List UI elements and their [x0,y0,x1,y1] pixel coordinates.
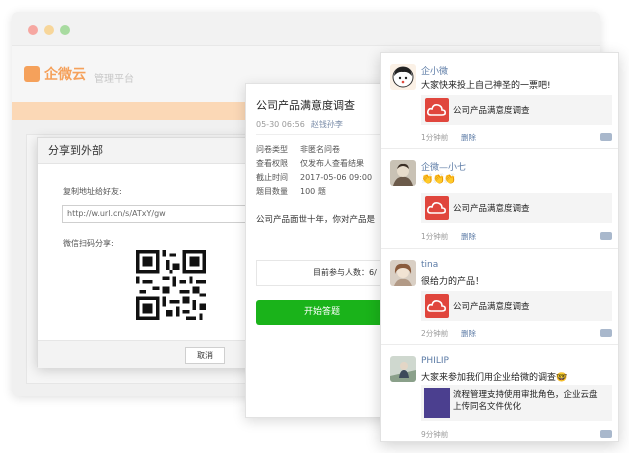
app-logo-text: 企微云 [44,67,86,83]
info-value: 仅发布人查看结果 [300,159,364,168]
cloud-logo-icon [24,66,40,82]
avatar[interactable] [390,356,416,382]
post-author[interactable]: tina [421,260,438,270]
post-time: 2分钟前 [421,329,449,338]
survey-meta: 05-30 06:56 赵钱孙李 [256,119,343,130]
info-key: 题目数量 [256,187,288,196]
minimize-window-button[interactable] [44,25,54,35]
survey-info-row: 截止时间 2017-05-06 09:00 [256,172,372,183]
comment-icon[interactable] [600,133,612,141]
info-key: 查看权限 [256,159,288,168]
survey-author[interactable]: 赵钱孙李 [311,120,343,129]
info-value: 100 题 [300,187,326,196]
link-card-title: 公司产品满意度调查 [453,106,530,116]
post-text: 很给力的产品！ [421,277,485,287]
window-titlebar [12,12,600,46]
close-window-button[interactable] [28,25,38,35]
list-item: PHILIP 大家来参加我们用企业给微的调查🤓 流程管理支持使用审批角色，企业云… [381,345,618,441]
share-url-field[interactable]: http://w.url.cn/s/ATxY/gw [62,205,252,223]
info-key: 截止时间 [256,173,288,182]
share-dialog: 分享到外部 复制地址给好友: http://w.url.cn/s/ATxY/gw… [37,137,254,368]
announcement-link-card[interactable]: 流程管理支持使用审批角色，企业云盘上传同名文件优化 [421,385,612,421]
info-value: 2017-05-06 09:00 [300,173,373,182]
post-author[interactable]: PHILIP [421,356,449,366]
survey-date: 05-30 06:56 [256,120,305,129]
avatar[interactable] [390,260,416,286]
survey-link-card[interactable]: 公司产品满意度调查 [421,193,612,223]
delete-link[interactable]: 删除 [461,328,476,339]
info-key: 问卷类型 [256,145,288,154]
cloud-icon [425,294,449,318]
survey-title: 公司产品满意度调查 [256,99,355,112]
survey-description: 公司产品面世十年，你对产品是 [256,215,376,225]
survey-info-row: 查看权限 仅发布人查看结果 [256,158,364,169]
comment-icon[interactable] [600,329,612,337]
post-author[interactable]: 企小微 [421,64,448,77]
list-item: 企微—小七 👏👏👏 公司产品满意度调查 1分钟前 删除 [381,149,618,249]
comment-icon[interactable] [600,232,612,240]
survey-info-row: 问卷类型 非匿名问卷 [256,144,340,155]
clap-emoji: 👏👏👏 [421,174,456,185]
cloud-icon [425,196,449,220]
post-author[interactable]: 企微—小七 [421,160,466,173]
announcement-thumbnail [424,388,450,418]
avatar[interactable] [390,64,416,90]
post-time: 1分钟前 [421,133,449,142]
qr-code-icon [136,250,206,320]
survey-info-row: 题目数量 100 题 [256,186,326,197]
share-dialog-footer: 取消 [38,340,253,368]
maximize-window-button[interactable] [60,25,70,35]
info-value: 非匿名问卷 [300,145,340,154]
list-item: 企小微 大家快来投上自己神圣的一票吧! 公司产品满意度调查 1分钟前 删除 [381,53,618,149]
link-card-title: 流程管理支持使用审批角色，企业云盘上传同名文件优化 [453,390,598,412]
participant-count: 目前参与人数：6/ [256,260,396,286]
cloud-icon [425,98,449,122]
avatar[interactable] [390,160,416,186]
list-item: tina 很给力的产品！ 公司产品满意度调查 2分钟前 删除 [381,249,618,345]
start-survey-button[interactable]: 开始答题 [256,300,388,325]
chat-feed: 企小微 大家快来投上自己神圣的一票吧! 公司产品满意度调查 1分钟前 删除 企微… [380,52,619,442]
link-card-title: 公司产品满意度调查 [453,204,530,214]
survey-card: 公司产品满意度调查 05-30 06:56 赵钱孙李 问卷类型 非匿名问卷 查看权限… [245,83,397,418]
delete-link[interactable]: 删除 [461,132,476,143]
copy-link-label: 复制地址给好友: [63,187,122,196]
post-time: 9分钟前 [421,430,449,439]
post-time: 1分钟前 [421,232,449,241]
divider [256,134,396,135]
comment-icon[interactable] [600,430,612,438]
survey-link-card[interactable]: 公司产品满意度调查 [421,291,612,321]
share-dialog-title: 分享到外部 [38,138,253,164]
admin-subtitle: 管理平台 [94,74,134,85]
qr-share-label: 微信扫码分享: [63,239,114,248]
survey-link-card[interactable]: 公司产品满意度调查 [421,95,612,125]
post-text: 大家快来投上自己神圣的一票吧! [421,81,551,91]
cancel-button[interactable]: 取消 [185,347,225,364]
post-text: 大家来参加我们用企业给微的调查🤓 [421,373,568,383]
link-card-title: 公司产品满意度调查 [453,302,530,312]
delete-link[interactable]: 删除 [461,231,476,242]
